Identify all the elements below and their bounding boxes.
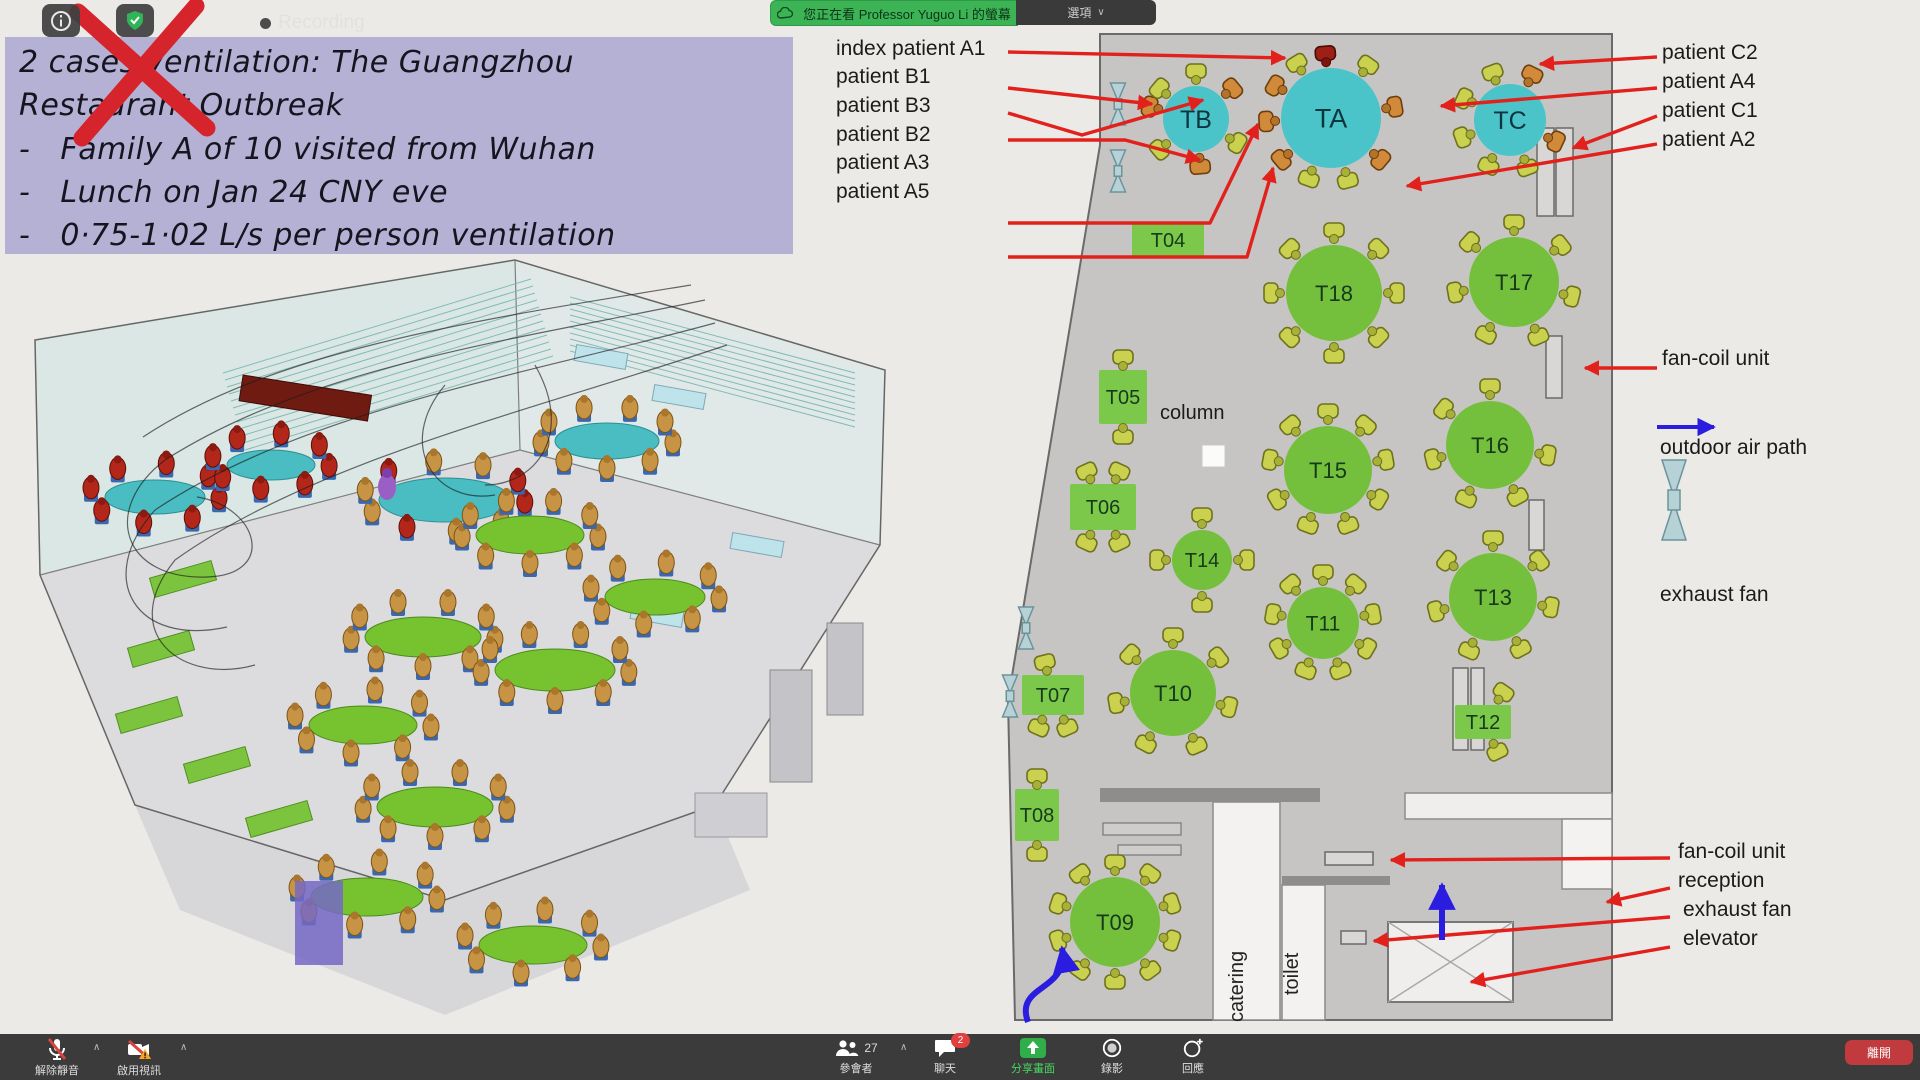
wall <box>1282 876 1390 885</box>
recording-label: Recording <box>278 12 365 34</box>
shield-check-icon <box>123 9 147 33</box>
table-label: T17 <box>1495 270 1533 295</box>
encryption-badge-button[interactable] <box>116 4 154 37</box>
share-options-button[interactable]: 選項 ∨ <box>1016 0 1156 25</box>
reception-area <box>1562 819 1612 889</box>
3d-simulation-view <box>15 245 895 1045</box>
chat-button[interactable]: 聊天 2 <box>915 1037 975 1076</box>
table-label: T06 <box>1086 497 1120 519</box>
mute-button[interactable]: 解除靜音 <box>22 1037 92 1078</box>
red-annotation-arrow <box>1391 858 1670 860</box>
microphone-muted-icon <box>45 1037 69 1061</box>
share-label: 分享畫面 <box>995 1060 1071 1076</box>
share-screen-icon <box>1019 1037 1047 1059</box>
table-label: T11 <box>1306 613 1341 636</box>
participants-count: 27 <box>864 1041 877 1055</box>
label-patient-b3: patient B3 <box>836 94 931 118</box>
slide-bullet: - Lunch on Jan 24 CNY eve <box>19 175 448 210</box>
table-label: T12 <box>1466 712 1500 734</box>
table-label: T07 <box>1036 685 1070 707</box>
zoom-toolbar: 解除靜音 ∧ 啟用視訊 ∧ 27 參會者 ∧ <box>0 1034 1920 1080</box>
info-icon <box>49 9 73 33</box>
camera-off-icon <box>126 1037 152 1061</box>
legend-fan-coil-label: fan-coil unit <box>1662 347 1769 371</box>
participants-icon <box>834 1037 860 1059</box>
label-elevator: elevator <box>1683 927 1758 951</box>
fan-coil-unit <box>1529 500 1544 550</box>
chat-badge: 2 <box>951 1033 970 1048</box>
red-annotation-arrow <box>1607 888 1670 902</box>
label-index-patient-a1: index patient A1 <box>836 37 985 61</box>
table-label: T14 <box>1185 550 1219 572</box>
options-label: 選項 <box>1067 4 1091 21</box>
label-patient-b2: patient B2 <box>836 123 931 147</box>
reception-desk <box>1103 823 1181 835</box>
mute-label: 解除靜音 <box>22 1062 92 1078</box>
legend-exhaust-fan-label: exhaust fan <box>1660 583 1769 607</box>
fan-coil-unit <box>1341 931 1366 944</box>
participants-chevron[interactable]: ∧ <box>900 1042 907 1053</box>
mute-options-chevron[interactable]: ∧ <box>93 1042 100 1053</box>
banner-text: 您正在看 Professor Yuguo Li 的螢幕 <box>803 4 1011 23</box>
wall <box>1100 788 1320 802</box>
table-label: T15 <box>1309 458 1347 483</box>
label-patient-a4: patient A4 <box>1662 70 1755 94</box>
floor-plan: TB TA TC T17 T18 T15 T16 T14 T11 T13 T10 T09 T04 T05 T… <box>1000 30 1730 1030</box>
table-T18: T18 <box>1264 223 1404 363</box>
label-patient-a5: patient A5 <box>836 180 929 204</box>
table-label: T09 <box>1096 910 1134 935</box>
meeting-info-button[interactable] <box>42 4 80 37</box>
reactions-icon <box>1181 1037 1205 1059</box>
table-label: T05 <box>1106 387 1140 409</box>
fan-coil-unit <box>1546 336 1562 398</box>
table-label: TA <box>1315 104 1348 134</box>
label-patient-a2: patient A2 <box>1662 128 1755 152</box>
video-options-chevron[interactable]: ∧ <box>180 1042 187 1053</box>
chat-label: 聊天 <box>915 1060 975 1076</box>
participants-label: 參會者 <box>818 1060 894 1076</box>
record-icon <box>1100 1037 1124 1059</box>
fan-coil-unit <box>1325 852 1373 865</box>
recording-dot-icon <box>260 18 271 29</box>
label-exhaust-fan-bottom: exhaust fan <box>1683 898 1792 922</box>
chevron-down-icon: ∨ <box>1097 7 1104 18</box>
screen-share-banner: 您正在看 Professor Yuguo Li 的螢幕 <box>770 0 1018 26</box>
table-label: TC <box>1493 107 1526 135</box>
label-patient-c1: patient C1 <box>1662 99 1758 123</box>
video-label: 啟用視訊 <box>102 1062 176 1078</box>
label-toilet: toilet <box>1281 953 1304 995</box>
label-reception: reception <box>1678 869 1764 893</box>
label-patient-c2: patient C2 <box>1662 41 1758 65</box>
table-label: T13 <box>1474 585 1512 610</box>
record-button[interactable]: 錄影 <box>1082 1037 1142 1076</box>
table-label: T10 <box>1154 681 1192 706</box>
label-patient-a3: patient A3 <box>836 151 929 175</box>
label-catering: catering <box>1226 951 1249 1022</box>
table-label: TB <box>1180 106 1212 134</box>
table-label: T18 <box>1315 281 1353 306</box>
reactions-label: 回應 <box>1163 1060 1223 1076</box>
exhaust-fan-symbol <box>1662 460 1686 540</box>
legend-outdoor-air-label: outdoor air path <box>1660 436 1807 460</box>
column-marker <box>1202 445 1225 467</box>
cloud-icon <box>777 7 794 20</box>
table-T04: T04 <box>1132 223 1204 257</box>
label-patient-b1: patient B1 <box>836 65 931 89</box>
participants-button[interactable]: 27 參會者 <box>818 1037 894 1076</box>
table-label: T16 <box>1471 433 1509 458</box>
record-label: 錄影 <box>1082 1060 1142 1076</box>
slide-bullet: - 0·75-1·02 L/s per person ventilation <box>19 218 616 253</box>
reception-desk <box>1118 845 1181 855</box>
recording-indicator: Recording <box>260 12 365 34</box>
share-screen-button[interactable]: 分享畫面 <box>995 1037 1071 1076</box>
start-video-button[interactable]: 啟用視訊 <box>102 1037 176 1078</box>
label-fan-coil-bottom: fan-coil unit <box>1678 840 1785 864</box>
leave-meeting-button[interactable]: 離開 <box>1845 1040 1913 1065</box>
table-label: T04 <box>1151 230 1185 252</box>
service-counter <box>1405 793 1612 819</box>
label-column: column <box>1160 402 1224 425</box>
leave-label: 離開 <box>1867 1044 1891 1061</box>
reactions-button[interactable]: 回應 <box>1163 1037 1223 1076</box>
table-label: T08 <box>1020 805 1054 827</box>
